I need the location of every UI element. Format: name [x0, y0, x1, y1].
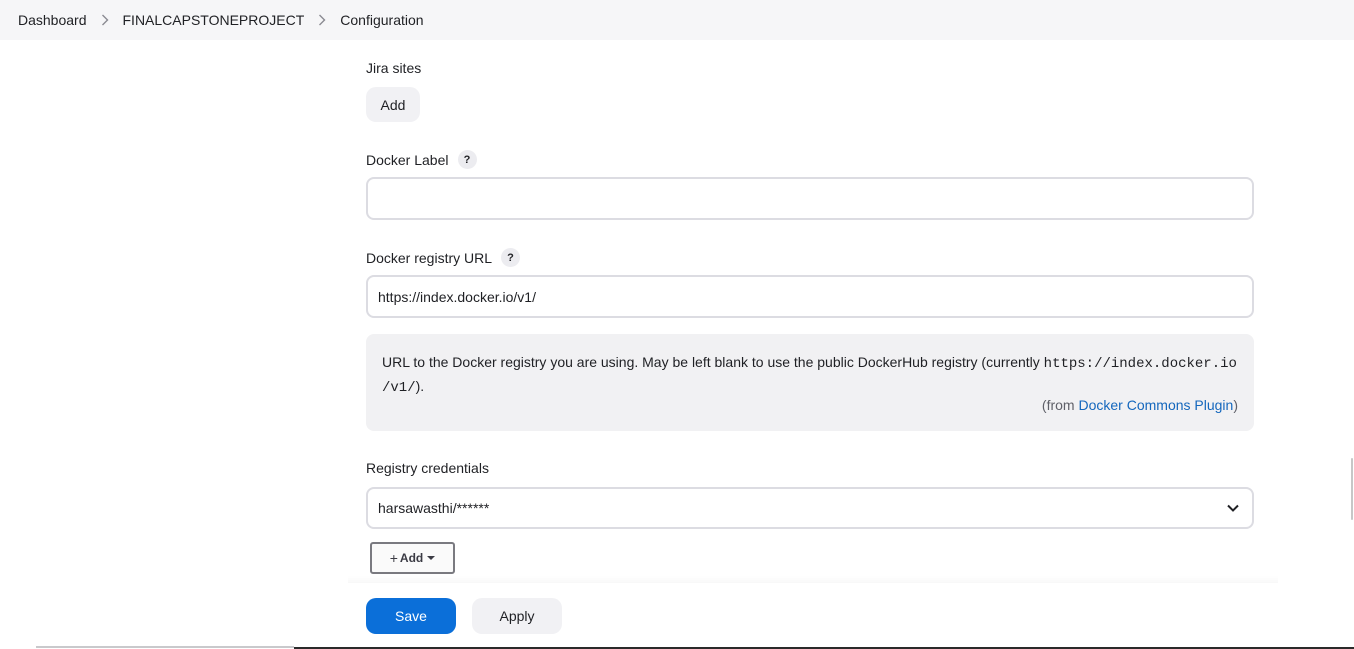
apply-button[interactable]: Apply — [472, 598, 562, 634]
jira-sites-label-text: Jira sites — [366, 60, 422, 76]
breadcrumb: Dashboard FINALCAPSTONEPROJECT Configura… — [0, 0, 1354, 40]
horizontal-scrollbar-thumb[interactable] — [36, 646, 294, 648]
breadcrumb-dashboard[interactable]: Dashboard — [18, 12, 87, 28]
docker-label-label-text: Docker Label — [366, 151, 449, 168]
docker-registry-url-label-text: Docker registry URL — [366, 249, 493, 266]
caret-down-icon — [427, 556, 436, 560]
registry-credentials-label: Registry credentials — [366, 460, 489, 476]
docker-label-label: Docker Label ? — [366, 150, 477, 169]
docker-registry-url-input[interactable] — [366, 275, 1254, 318]
add-credentials-button[interactable]: + Add — [370, 542, 455, 574]
help-text-after: ). — [415, 378, 425, 394]
chevron-right-icon — [101, 13, 111, 27]
save-button[interactable]: Save — [366, 598, 456, 634]
breadcrumb-configuration[interactable]: Configuration — [340, 12, 423, 28]
breadcrumb-project[interactable]: FINALCAPSTONEPROJECT — [123, 12, 305, 28]
registry-credentials-label-text: Registry credentials — [366, 460, 489, 476]
help-code-url: https://index.docker.io — [1043, 356, 1237, 372]
scrollbar[interactable] — [1350, 40, 1354, 649]
registry-credentials-selected: harsawasthi/****** — [378, 500, 490, 516]
chevron-down-icon — [1226, 501, 1240, 518]
docker-label-help-button[interactable]: ? — [457, 150, 477, 169]
help-source: (from Docker Commons Plugin) — [1042, 394, 1238, 416]
registry-credentials-select[interactable]: harsawasthi/****** — [366, 487, 1254, 529]
jira-sites-label: Jira sites — [366, 60, 421, 76]
docker-registry-help-box: URL to the Docker registry you are using… — [366, 334, 1254, 431]
docker-label-input[interactable] — [366, 177, 1254, 220]
help-source-suffix: ) — [1233, 397, 1238, 413]
docker-commons-plugin-link[interactable]: Docker Commons Plugin — [1078, 397, 1233, 413]
docker-registry-url-label: Docker registry URL ? — [366, 248, 521, 267]
docker-registry-help-text: URL to the Docker registry you are using… — [382, 351, 1238, 399]
chevron-right-icon — [318, 13, 328, 27]
footer-bar — [0, 583, 1354, 649]
help-source-prefix: (from — [1041, 397, 1079, 413]
docker-registry-help-button[interactable]: ? — [501, 248, 521, 267]
jira-add-button[interactable]: Add — [366, 87, 420, 122]
add-credentials-label: Add — [399, 551, 424, 565]
help-code-path: /v1/ — [382, 380, 416, 396]
plus-icon: + — [389, 550, 398, 566]
help-text-before: URL to the Docker registry you are using… — [382, 354, 1044, 370]
scrollbar-thumb[interactable] — [1351, 458, 1353, 520]
